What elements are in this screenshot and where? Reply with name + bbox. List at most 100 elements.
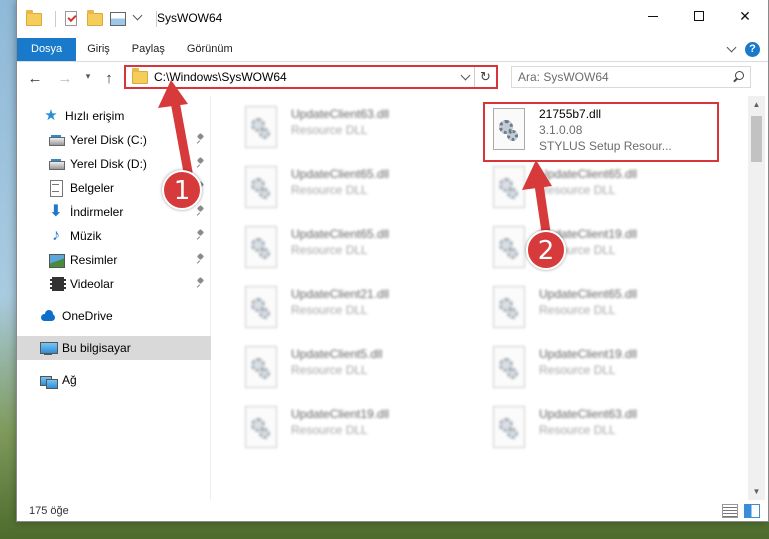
file-item[interactable]: UpdateClient21.dll Resource DLL [235, 282, 475, 338]
customize-toolbar-chevron-icon[interactable] [132, 10, 144, 28]
file-description: Resource DLL [291, 423, 368, 437]
file-description: Resource DLL [291, 243, 368, 257]
file-name: UpdateClient19.dll [539, 347, 638, 361]
dll-file-icon [241, 286, 281, 334]
file-item[interactable]: UpdateClient65.dll Resource DLL [235, 222, 475, 278]
up-button[interactable]: ↑ [97, 66, 121, 90]
pin-icon [197, 254, 205, 264]
file-item[interactable]: UpdateClient63.dll Resource DLL [235, 102, 475, 158]
disk-icon [48, 132, 65, 148]
sidebar-item-videos[interactable]: Videolar [17, 272, 211, 296]
maximize-icon [694, 11, 704, 21]
sidebar-item-quick-access[interactable]: ★ Hızlı erişim [17, 104, 211, 128]
file-item[interactable]: UpdateClient5.dll Resource DLL [235, 342, 475, 398]
file-item-highlighted[interactable]: 21755b7.dll 3.1.0.08 STYLUS Setup Resour..… [483, 102, 719, 162]
back-button[interactable]: ← [23, 66, 47, 90]
refresh-button[interactable]: ↻ [474, 67, 496, 87]
minimize-button[interactable] [630, 0, 676, 32]
dll-file-icon [489, 166, 529, 214]
file-name: UpdateClient19.dll [291, 407, 390, 421]
file-item[interactable]: UpdateClient63.dll Resource DLL [483, 402, 723, 458]
maximize-button[interactable] [676, 0, 722, 32]
search-box[interactable]: Ara: SysWOW64 [511, 66, 751, 88]
sidebar-item-network[interactable]: Ağ [17, 368, 211, 392]
pin-icon [197, 278, 205, 288]
tab-home[interactable]: Giriş [76, 38, 121, 61]
dll-file-icon [241, 226, 281, 274]
chevron-down-icon [460, 70, 470, 80]
view-switcher [722, 504, 760, 518]
sidebar-item-local-disk-c[interactable]: Yerel Disk (C:) [17, 128, 211, 152]
file-item[interactable]: UpdateClient19.dll Resource DLL [235, 402, 475, 458]
window-controls: ✕ [630, 0, 768, 32]
sidebar-item-label: Resimler [70, 253, 118, 267]
file-item[interactable]: UpdateClient19.dll Resource DLL [483, 342, 723, 398]
address-path[interactable]: C:\Windows\SysWOW64 [154, 70, 456, 84]
file-description: Resource DLL [539, 183, 616, 197]
file-description: Resource DLL [291, 123, 368, 137]
large-icons-view-icon[interactable] [744, 504, 760, 518]
recent-locations-button[interactable]: ▾ [81, 71, 95, 82]
file-name: UpdateClient65.dll [539, 287, 638, 301]
file-description: STYLUS Setup Resour... [539, 139, 672, 153]
file-name: UpdateClient63.dll [539, 407, 638, 421]
dll-file-icon [241, 106, 281, 154]
ribbon-right-controls: ? [726, 38, 768, 61]
navigation-bar: ← → ▾ ↑ C:\Windows\SysWOW64 ↻ Ara: SysWO… [17, 62, 768, 94]
sidebar-item-onedrive[interactable]: OneDrive [17, 304, 211, 328]
file-name: UpdateClient63.dll [291, 107, 390, 121]
close-button[interactable]: ✕ [722, 0, 768, 32]
pin-icon [197, 206, 205, 216]
search-input[interactable]: Ara: SysWOW64 [518, 70, 730, 84]
search-icon[interactable] [730, 70, 750, 84]
navigation-pane: ★ Hızlı erişim Yerel Disk (C:) Yerel Dis… [17, 96, 211, 500]
help-icon[interactable]: ? [745, 42, 760, 57]
file-description: Resource DLL [539, 423, 616, 437]
tab-share[interactable]: Paylaş [121, 38, 176, 61]
file-list: UpdateClient63.dll Resource DLL 21755b7.d… [215, 96, 745, 500]
file-description: Resource DLL [291, 303, 368, 317]
music-icon: ♪ [52, 227, 60, 244]
scrollbar-thumb[interactable] [751, 116, 762, 162]
file-description: Resource DLL [539, 363, 616, 377]
explorer-window: SysWOW64 ✕ Dosya Giriş Paylaş Görünüm ? … [16, 0, 769, 522]
file-item[interactable]: UpdateClient19.dll Resource DLL [483, 222, 723, 278]
toolbar-divider [55, 11, 56, 27]
vertical-scrollbar[interactable]: ▲ ▼ [748, 96, 765, 500]
details-view-icon[interactable] [722, 504, 738, 518]
cloud-icon [40, 308, 56, 324]
file-name: UpdateClient65.dll [539, 167, 638, 181]
sidebar-item-this-pc[interactable]: Bu bilgisayar [17, 336, 211, 360]
video-icon [48, 276, 66, 292]
sidebar-item-label: Belgeler [70, 181, 115, 195]
scroll-up-arrow-icon[interactable]: ▲ [748, 96, 765, 113]
file-name: UpdateClient65.dll [291, 227, 390, 241]
file-description: Resource DLL [291, 183, 368, 197]
window-title: SysWOW64 [157, 11, 223, 25]
file-item[interactable]: UpdateClient65.dll Resource DLL [483, 282, 723, 338]
forward-button[interactable]: → [53, 66, 77, 90]
sidebar-item-pictures[interactable]: Resimler [17, 248, 211, 272]
tab-file[interactable]: Dosya [17, 38, 77, 61]
item-count: 175 öğe [29, 505, 69, 517]
sidebar-item-label: Müzik [70, 229, 102, 243]
sidebar-item-label: Bu bilgisayar [62, 341, 131, 355]
dll-file-icon [489, 406, 529, 454]
scroll-down-arrow-icon[interactable]: ▼ [748, 483, 765, 500]
disk-icon [48, 156, 65, 172]
title-bar: SysWOW64 ✕ [17, 0, 768, 38]
sidebar-item-music[interactable]: ♪ Müzik [17, 224, 211, 248]
network-icon [40, 372, 58, 389]
download-icon: ⬇ [49, 203, 63, 220]
tab-view[interactable]: Görünüm [176, 38, 244, 61]
file-item[interactable]: UpdateClient65.dll Resource DLL [235, 162, 475, 218]
step-1-badge: 1 [162, 170, 202, 210]
view-properties-icon[interactable] [110, 10, 128, 28]
properties-check-icon[interactable] [62, 10, 80, 28]
address-history-dropdown[interactable] [456, 70, 474, 80]
file-item[interactable]: UpdateClient65.dll Resource DLL [483, 162, 723, 218]
expand-ribbon-chevron-icon[interactable] [726, 42, 737, 53]
address-bar[interactable]: C:\Windows\SysWOW64 ↻ [124, 65, 498, 89]
ribbon-tabs: Dosya Giriş Paylaş Görünüm ? [17, 38, 768, 62]
new-folder-icon[interactable] [86, 10, 104, 28]
